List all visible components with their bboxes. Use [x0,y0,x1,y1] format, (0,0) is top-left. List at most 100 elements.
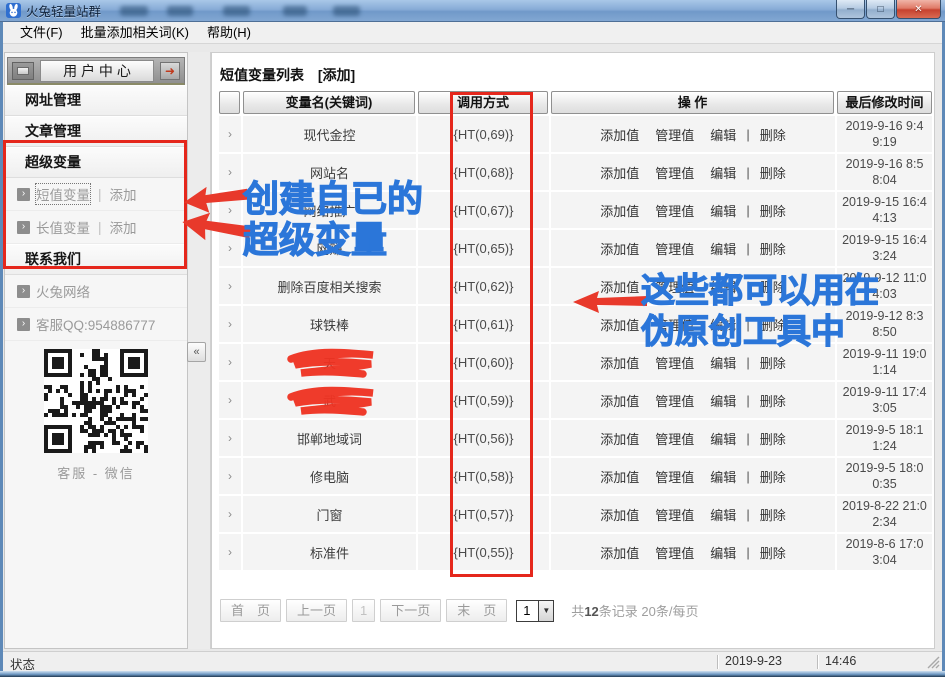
date-line: 2019-9-11 17:4 [843,384,927,400]
date-line: 1:14 [872,362,896,378]
minimize-button[interactable]: ─ [836,0,865,19]
add-variable-link[interactable]: [添加] [318,67,355,83]
date-line: 3:05 [872,400,896,416]
operation-link[interactable]: 删除 [760,353,786,372]
operation-link[interactable]: 添加值 [600,315,639,334]
row-expander-icon[interactable]: › [219,268,243,304]
date-line: 2019-9-15 16:4 [842,194,927,210]
operation-separator: | [746,127,749,142]
row-expander-icon[interactable]: › [219,344,243,380]
row-expander-icon[interactable]: › [219,496,243,532]
menu-item[interactable]: 批量添加相关词(K) [72,23,198,43]
operation-link[interactable]: 删除 [760,543,786,562]
operation-link[interactable]: 编辑 [710,239,736,258]
operation-link[interactable]: 删除 [760,429,786,448]
operation-link[interactable]: 编辑 [710,201,736,220]
operation-link[interactable]: 管理值 [655,391,694,410]
operation-link[interactable]: 删除 [760,201,786,220]
operation-link[interactable]: 编辑 [710,543,736,562]
operation-link[interactable]: 添加值 [600,505,639,524]
operation-link[interactable]: 编辑 [710,467,736,486]
panel-toggle-icon[interactable] [12,62,34,80]
go-arrow-icon[interactable]: ➜ [160,62,180,80]
column-header[interactable]: 操 作 [551,91,834,114]
operation-link[interactable]: 添加值 [600,353,639,372]
arrow-bullet-icon: › [17,285,30,298]
arrow-bullet-icon: › [17,318,30,331]
row-expander-icon[interactable]: › [219,534,243,570]
annotation-line: 这些都可以用在 [641,271,879,312]
operation-link[interactable]: 编辑 [710,391,736,410]
operation-link[interactable]: 删除 [760,391,786,410]
operation-link[interactable]: 编辑 [710,353,736,372]
operation-link[interactable]: 管理值 [655,163,694,182]
row-expander-icon[interactable]: › [219,458,243,494]
row-expander-icon[interactable]: › [219,116,243,152]
operation-link[interactable]: 编辑 [710,125,736,144]
operation-link[interactable]: 添加值 [600,543,639,562]
operation-link[interactable]: 删除 [760,467,786,486]
column-header[interactable]: 变量名(关键词) [243,91,415,114]
collapse-sidebar-icon[interactable]: « [187,342,206,362]
operation-link[interactable]: 管理值 [655,201,694,220]
column-header[interactable]: 最后修改时间 [837,91,932,114]
last-modified-cell: 2019-9-15 16:43:24 [837,230,932,266]
maximize-button[interactable]: □ [866,0,895,19]
menu-item[interactable]: 文件(F) [11,23,72,43]
operation-link[interactable]: 管理值 [655,353,694,372]
operation-link[interactable]: 添加值 [600,201,639,220]
operation-link[interactable]: 添加值 [600,163,639,182]
operation-link[interactable]: 删除 [760,505,786,524]
sidebar-section-header[interactable]: 网址管理 [5,85,187,116]
qr-code-block: 客服 - 微信 [5,349,187,482]
table-row: ›标准件{HT(0,55)}添加值管理值编辑|删除2019-8-6 17:03:… [219,534,932,572]
operation-link[interactable]: 添加值 [600,239,639,258]
current-page-button[interactable]: 1 [352,599,375,622]
operation-link[interactable]: 编辑 [710,163,736,182]
row-expander-icon[interactable]: › [219,420,243,456]
menu-item[interactable]: 帮助(H) [198,23,260,43]
status-bar: 状态 2019-9-23 14:46 [3,651,942,671]
resize-grip-icon[interactable] [927,656,940,669]
operation-link[interactable]: 添加值 [600,125,639,144]
user-center-button[interactable]: 用 户 中 心 [40,60,154,82]
row-expander-icon[interactable]: › [219,382,243,418]
table-row: ›修电脑{HT(0,58)}添加值管理值编辑|删除2019-9-5 18:00:… [219,458,932,496]
operation-link[interactable]: 管理值 [655,467,694,486]
next-page-button[interactable]: 下一页 [380,599,441,622]
operation-link[interactable]: 删除 [760,239,786,258]
operation-link[interactable]: 添加值 [600,391,639,410]
operation-separator: | [746,241,749,256]
date-line: 2:34 [872,514,896,530]
variable-name-cell: 天 [243,344,418,380]
operation-link[interactable]: 编辑 [710,429,736,448]
prev-page-button[interactable]: 上一页 [286,599,347,622]
statusbar-time: 14:46 [825,654,856,668]
operation-link[interactable]: 添加值 [600,467,639,486]
operation-link[interactable]: 删除 [760,125,786,144]
redacted-title-text [120,6,148,16]
sidebar-link[interactable]: ›火兔网络 [5,275,187,308]
operation-link[interactable]: 管理值 [655,239,694,258]
date-line: 1:24 [872,438,896,454]
sidebar-splitter[interactable]: « [188,52,211,649]
row-expander-icon[interactable]: › [219,306,243,342]
window-bottom-border [0,671,945,677]
operation-link[interactable]: 管理值 [655,429,694,448]
operation-link[interactable]: 管理值 [655,505,694,524]
redacted-title-text [167,6,193,16]
column-header[interactable] [219,91,240,114]
last-page-button[interactable]: 末 页 [446,599,507,622]
operation-link[interactable]: 添加值 [600,429,639,448]
operations-cell: 添加值管理值编辑|删除 [551,382,837,418]
operation-link[interactable]: 删除 [760,163,786,182]
close-button[interactable]: ✕ [896,0,941,19]
operation-link[interactable]: 管理值 [655,543,694,562]
first-page-button[interactable]: 首 页 [220,599,281,622]
operations-cell: 添加值管理值编辑|删除 [551,458,837,494]
redacted-title-text [283,6,307,16]
page-select-dropdown[interactable]: 1 ▼ [516,600,554,622]
operation-link[interactable]: 编辑 [710,505,736,524]
sidebar-link[interactable]: ›客服QQ:954886777 [5,308,187,341]
operation-link[interactable]: 管理值 [655,125,694,144]
